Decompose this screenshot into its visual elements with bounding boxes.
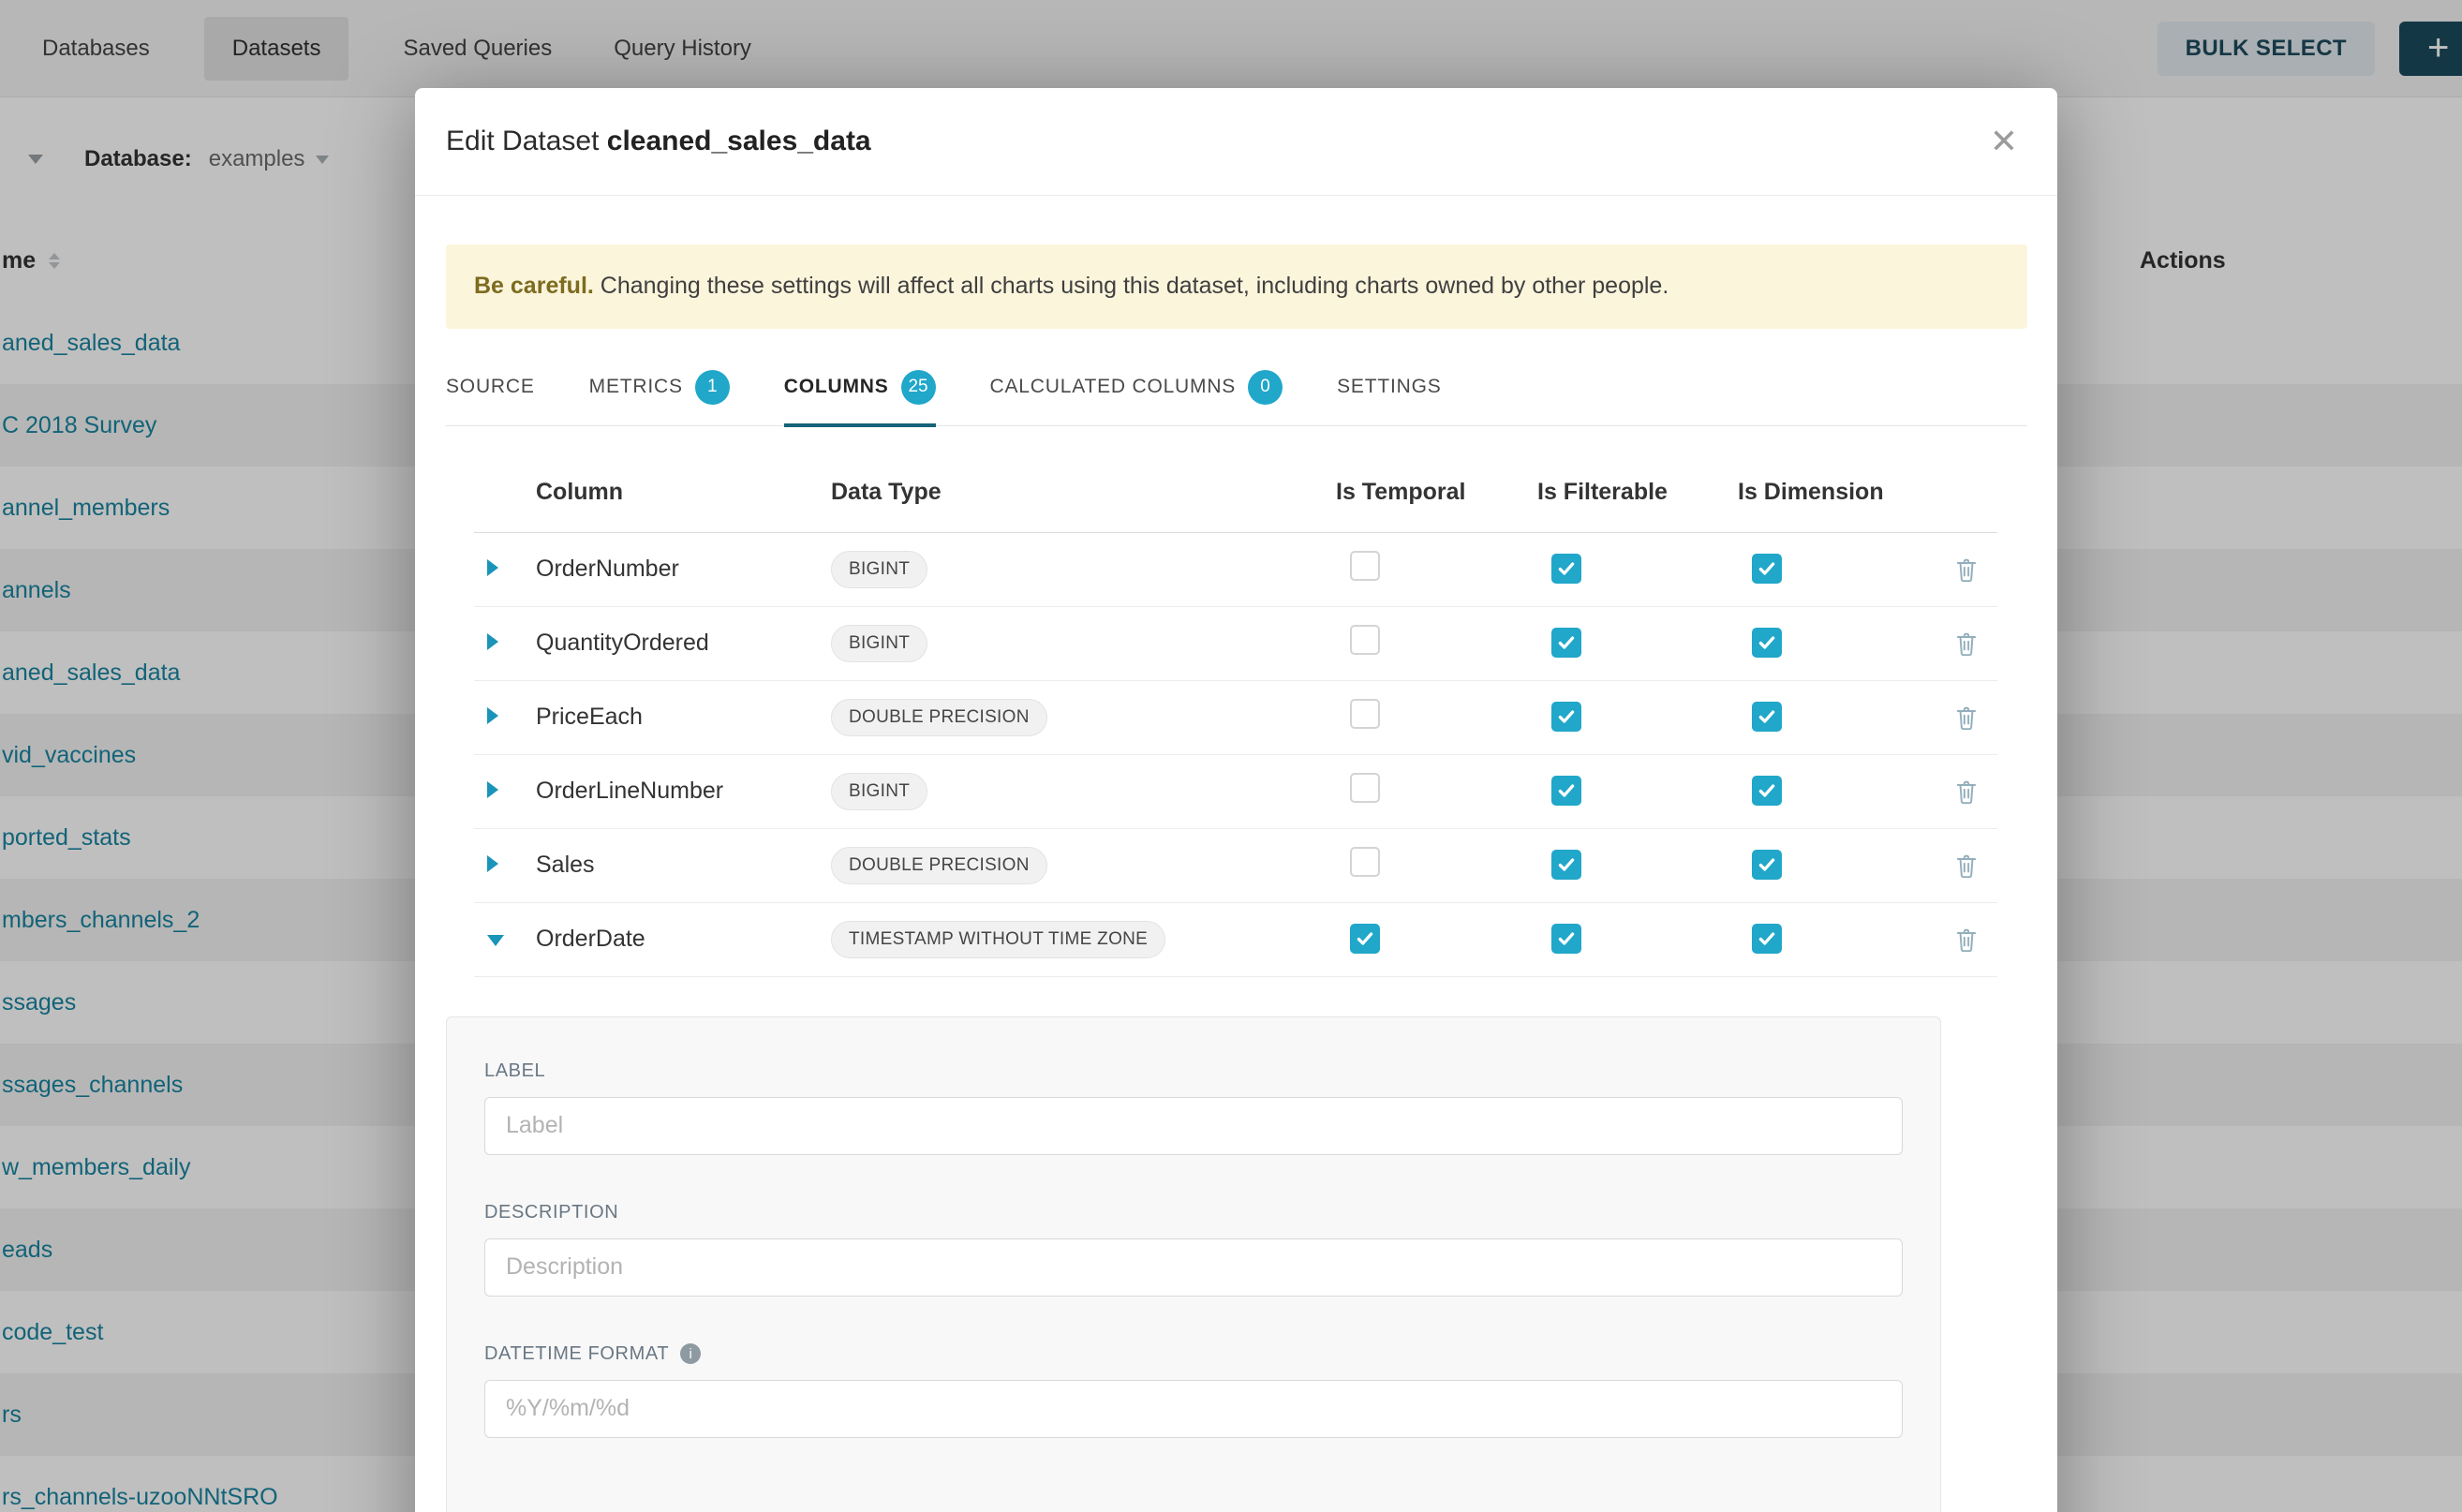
is-temporal-checkbox[interactable] xyxy=(1350,699,1380,729)
is-filterable-checkbox[interactable] xyxy=(1551,628,1581,658)
delete-column-icon[interactable] xyxy=(1954,778,1979,805)
is-temporal-checkbox[interactable] xyxy=(1350,847,1380,877)
description-field-label: DESCRIPTION xyxy=(484,1202,618,1223)
is-filterable-checkbox[interactable] xyxy=(1551,702,1581,732)
data-type-pill: TIMESTAMP WITHOUT TIME ZONE xyxy=(831,921,1165,958)
columns-table: Column Data Type Is Temporal Is Filterab… xyxy=(474,426,1997,977)
warning-banner-text: Changing these settings will affect all … xyxy=(594,273,1669,299)
data-type-pill: BIGINT xyxy=(831,625,927,662)
data-type-pill: DOUBLE PRECISION xyxy=(831,699,1047,736)
expand-caret-icon[interactable] xyxy=(487,781,498,798)
column-row-quantityordered: QuantityOrderedBIGINT xyxy=(474,607,1997,681)
is-dimension-checkbox[interactable] xyxy=(1752,776,1782,806)
tab-columns[interactable]: COLUMNS 25 xyxy=(784,370,936,425)
expand-caret-icon[interactable] xyxy=(487,707,498,724)
tab-label: METRICS xyxy=(589,376,683,398)
column-row-sales: SalesDOUBLE PRECISION xyxy=(474,829,1997,903)
modal-title-dataset-name: cleaned_sales_data xyxy=(607,126,871,156)
tab-label: COLUMNS xyxy=(784,376,889,398)
columns-table-header: Column Data Type Is Temporal Is Filterab… xyxy=(474,426,1997,533)
delete-column-icon[interactable] xyxy=(1954,704,1979,731)
tab-label: SOURCE xyxy=(446,376,535,398)
column-detail-panel: LABEL DESCRIPTION DATETIME FORMAT i xyxy=(446,1016,1941,1512)
column-header: Column xyxy=(536,479,831,506)
delete-column-icon[interactable] xyxy=(1954,556,1979,583)
column-row-orderdate: OrderDateTIMESTAMP WITHOUT TIME ZONE xyxy=(474,903,1997,977)
column-name: OrderDate xyxy=(536,926,831,953)
description-field-group: DESCRIPTION xyxy=(484,1202,1903,1297)
is-temporal-checkbox[interactable] xyxy=(1350,551,1380,581)
expand-caret-icon[interactable] xyxy=(487,855,498,872)
warning-banner: Be careful. Changing these settings will… xyxy=(446,245,2027,329)
is-temporal-checkbox[interactable] xyxy=(1350,924,1380,954)
is-dimension-header: Is Dimension xyxy=(1738,479,1935,506)
column-name: Sales xyxy=(536,852,831,879)
edit-dataset-modal: Edit Dataset cleaned_sales_data ✕ Be car… xyxy=(415,88,2057,1512)
tab-label: CALCULATED COLUMNS xyxy=(990,376,1237,398)
column-name: OrderLineNumber xyxy=(536,778,831,805)
datetime-format-field-group: DATETIME FORMAT i xyxy=(484,1343,1903,1438)
column-name: QuantityOrdered xyxy=(536,630,831,657)
datetime-format-input[interactable] xyxy=(484,1380,1903,1438)
label-input[interactable] xyxy=(484,1097,1903,1155)
tab-settings[interactable]: SETTINGS xyxy=(1337,370,1441,425)
modal-tabs: SOURCE METRICS 1 COLUMNS 25 CALCULATED COLUMN… xyxy=(446,370,2027,426)
column-row-orderlinenumber: OrderLineNumberBIGINT xyxy=(474,755,1997,829)
tab-count-badge: 0 xyxy=(1248,370,1283,405)
data-type-pill: BIGINT xyxy=(831,773,927,810)
is-dimension-checkbox[interactable] xyxy=(1752,628,1782,658)
is-temporal-checkbox[interactable] xyxy=(1350,773,1380,803)
modal-header: Edit Dataset cleaned_sales_data ✕ xyxy=(415,88,2057,196)
is-dimension-checkbox[interactable] xyxy=(1752,850,1782,880)
expand-caret-icon[interactable] xyxy=(487,559,498,576)
tab-calculated-columns[interactable]: CALCULATED COLUMNS 0 xyxy=(990,370,1283,425)
tab-label: SETTINGS xyxy=(1337,376,1441,398)
column-name: OrderNumber xyxy=(536,556,831,583)
is-filterable-checkbox[interactable] xyxy=(1551,924,1581,954)
label-field-label: LABEL xyxy=(484,1060,545,1082)
tab-count-badge: 25 xyxy=(901,370,936,405)
column-row-ordernumber: OrderNumberBIGINT xyxy=(474,533,1997,607)
columns-table-rows: OrderNumberBIGINTQuantityOrderedBIGINTPr… xyxy=(474,533,1997,977)
is-dimension-checkbox[interactable] xyxy=(1752,554,1782,584)
modal-body: Be careful. Changing these settings will… xyxy=(415,245,2057,1512)
data-type-header: Data Type xyxy=(831,479,1336,506)
label-field-group: LABEL xyxy=(484,1060,1903,1155)
is-temporal-header: Is Temporal xyxy=(1336,479,1537,506)
modal-title: Edit Dataset cleaned_sales_data xyxy=(446,126,871,157)
description-input[interactable] xyxy=(484,1238,1903,1297)
is-filterable-checkbox[interactable] xyxy=(1551,554,1581,584)
app-window: DatabasesDatasetsSaved QueriesQuery Hist… xyxy=(0,0,2462,1512)
modal-title-prefix: Edit Dataset xyxy=(446,126,599,156)
expand-caret-icon[interactable] xyxy=(487,633,498,650)
delete-column-icon[interactable] xyxy=(1954,852,1979,879)
delete-column-icon[interactable] xyxy=(1954,926,1979,953)
is-dimension-checkbox[interactable] xyxy=(1752,924,1782,954)
column-row-priceeach: PriceEachDOUBLE PRECISION xyxy=(474,681,1997,755)
info-icon[interactable]: i xyxy=(680,1343,701,1364)
close-icon[interactable]: ✕ xyxy=(1990,125,2018,158)
column-name: PriceEach xyxy=(536,704,831,731)
warning-banner-bold: Be careful. xyxy=(474,273,594,299)
is-filterable-checkbox[interactable] xyxy=(1551,776,1581,806)
is-filterable-header: Is Filterable xyxy=(1537,479,1738,506)
data-type-pill: BIGINT xyxy=(831,551,927,588)
is-dimension-checkbox[interactable] xyxy=(1752,702,1782,732)
delete-column-icon[interactable] xyxy=(1954,630,1979,657)
is-temporal-checkbox[interactable] xyxy=(1350,625,1380,655)
collapse-caret-icon[interactable] xyxy=(487,935,504,946)
data-type-pill: DOUBLE PRECISION xyxy=(831,847,1047,884)
datetime-format-field-label: DATETIME FORMAT xyxy=(484,1343,669,1365)
is-filterable-checkbox[interactable] xyxy=(1551,850,1581,880)
tab-count-badge: 1 xyxy=(695,370,730,405)
tab-source[interactable]: SOURCE xyxy=(446,370,535,425)
tab-metrics[interactable]: METRICS 1 xyxy=(589,370,730,425)
